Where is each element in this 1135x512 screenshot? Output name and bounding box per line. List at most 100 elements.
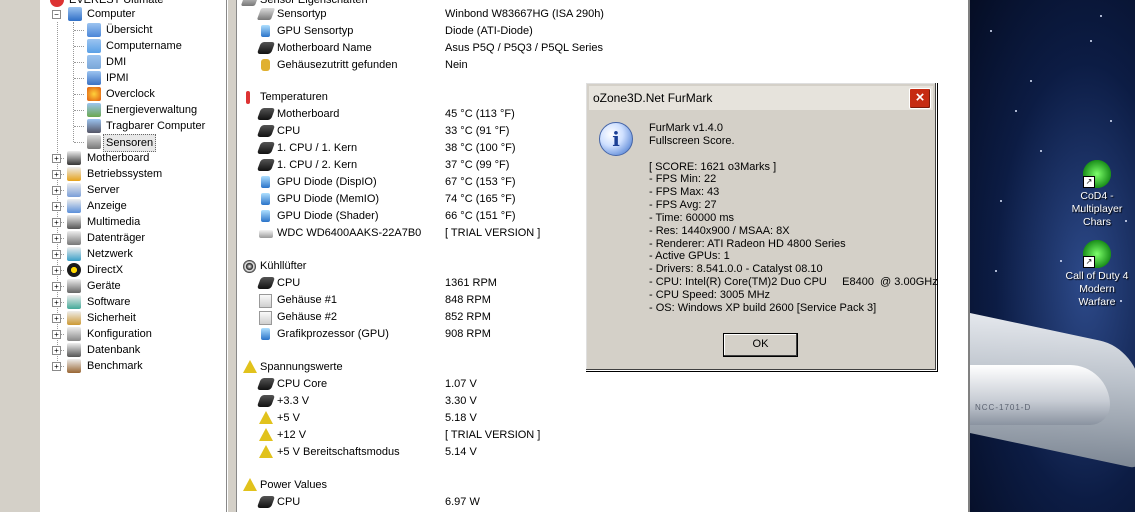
voltage-icon <box>259 411 273 424</box>
tree-item-label: Multimedia <box>87 216 141 228</box>
expand-toggle[interactable]: + <box>52 282 61 291</box>
security-icon <box>67 311 81 325</box>
tree-connector <box>74 62 84 63</box>
row-value: 45 °C (113 °F) <box>445 108 515 120</box>
multimedia-icon <box>67 215 81 229</box>
row-value: 37 °C (99 °F) <box>445 159 510 171</box>
tree-connector <box>73 22 74 142</box>
expand-toggle[interactable]: + <box>52 186 61 195</box>
server-icon <box>67 183 81 197</box>
message-line: - FPS Avg: 27 <box>649 199 717 212</box>
expand-toggle[interactable]: + <box>52 314 61 323</box>
desktop-icon-cod4[interactable]: ↗ Call of Duty 4 Modern Warfare <box>1062 240 1132 309</box>
sensor-icon <box>87 135 101 149</box>
ok-button[interactable]: OK <box>723 333 798 357</box>
row-name: CPU <box>277 277 301 289</box>
chip-icon <box>256 159 276 171</box>
game-shortcut-icon: ↗ <box>1083 160 1111 188</box>
list-row[interactable]: +5 V Bereitschaftsmodus 5.14 V <box>237 444 957 461</box>
star <box>1100 15 1102 17</box>
expand-toggle[interactable]: + <box>52 202 61 211</box>
row-name: +12 V <box>277 429 307 441</box>
navigation-tree[interactable]: EVEREST Ultimate − Computer Übersicht Comput… <box>40 0 227 512</box>
row-name: GPU Sensortyp <box>277 25 354 37</box>
tree-item-label: IPMI <box>106 72 129 84</box>
dialog-titlebar[interactable]: oZone3D.Net FurMark × <box>589 86 933 110</box>
splitter[interactable] <box>227 0 236 512</box>
list-row[interactable]: Sensortyp Winbond W83667HG (ISA 290h) <box>237 6 957 23</box>
tree-item-label: Netzwerk <box>87 248 133 260</box>
chip-icon <box>256 125 276 137</box>
star <box>995 270 997 272</box>
tree-item-label: Overclock <box>106 88 155 100</box>
desktop-icon-cod4-multiplayer[interactable]: ↗ CoD4 - Multiplayer Chars <box>1062 160 1132 229</box>
row-value: 1361 RPM <box>445 277 497 289</box>
list-row[interactable]: Motherboard Name Asus P5Q / P5Q3 / P5QL S… <box>237 40 957 57</box>
expand-toggle[interactable]: + <box>52 154 61 163</box>
row-value: 848 RPM <box>445 294 491 306</box>
ipmi-icon <box>87 71 101 85</box>
message-line: FurMark v1.4.0 <box>649 122 723 134</box>
chip-icon <box>256 277 276 289</box>
expand-toggle[interactable]: + <box>52 234 61 243</box>
list-row[interactable]: CPU Core 1.07 V <box>237 376 957 393</box>
tree-item-label: Sicherheit <box>87 312 136 324</box>
row-name: 1. CPU / 2. Kern <box>277 159 358 171</box>
star <box>990 30 992 32</box>
star <box>1090 40 1092 42</box>
furmark-score-dialog: oZone3D.Net FurMark × i FurMark v1.4.0 Fu… <box>585 82 938 371</box>
section-header: Power Values <box>237 477 957 494</box>
case-icon <box>259 294 272 308</box>
devices-icon <box>67 279 81 293</box>
chip-icon <box>256 108 276 120</box>
tree-item-label: Datenträger <box>87 232 146 244</box>
row-value: 6.97 W <box>445 496 480 508</box>
message-line: - Renderer: ATI Radeon HD 4800 Series <box>649 237 846 250</box>
overclock-icon <box>87 87 101 101</box>
star <box>1030 80 1032 82</box>
star <box>1110 120 1112 122</box>
row-name: CPU <box>277 496 301 508</box>
list-row[interactable]: +12 V [ TRIAL VERSION ] <box>237 427 957 444</box>
power-icon <box>243 478 257 491</box>
close-button[interactable]: × <box>909 88 931 109</box>
tree-item-label: Geräte <box>87 280 121 292</box>
section-title: Kühllüfter <box>260 260 307 272</box>
dialog-body: i FurMark v1.4.0 Fullscreen Score. [ SCORE… <box>589 111 938 367</box>
message-line: - FPS Min: 22 <box>649 173 717 186</box>
row-value: [ TRIAL VERSION ] <box>445 429 541 441</box>
expand-toggle[interactable]: + <box>52 298 61 307</box>
list-row[interactable]: Gehäusezutritt gefunden Nein <box>237 57 957 74</box>
message-line: - Res: 1440x900 / MSAA: 8X <box>649 224 790 237</box>
row-name: Motherboard <box>277 108 340 120</box>
software-icon <box>67 295 81 309</box>
row-name: Grafikprozessor (GPU) <box>277 328 389 340</box>
row-name: WDC WD6400AAKS-22A7B0 <box>277 227 422 239</box>
expand-toggle[interactable]: + <box>52 170 61 179</box>
display-icon <box>67 199 81 213</box>
lock-icon <box>261 59 270 71</box>
list-row[interactable]: +3.3 V 3.30 V <box>237 393 957 410</box>
collapse-toggle[interactable]: − <box>52 10 61 19</box>
motherboard-icon <box>256 42 276 54</box>
expand-toggle[interactable]: + <box>52 218 61 227</box>
list-row[interactable]: GPU Sensortyp Diode (ATI-Diode) <box>237 23 957 40</box>
expand-toggle[interactable]: + <box>52 330 61 339</box>
tree-item-label: Computername <box>106 40 182 52</box>
expand-toggle[interactable]: + <box>52 266 61 275</box>
desktop-wallpaper: NCC-1701-D ↗ CoD4 - Multiplayer Chars ↗ … <box>970 0 1135 512</box>
game-shortcut-icon: ↗ <box>1083 240 1111 268</box>
expand-toggle[interactable]: + <box>52 250 61 259</box>
laptop-icon <box>87 119 101 133</box>
expand-toggle[interactable]: + <box>52 346 61 355</box>
list-row[interactable]: +5 V 5.18 V <box>237 410 957 427</box>
row-value: 38 °C (100 °F) <box>445 142 516 154</box>
gpu-icon <box>261 210 270 222</box>
message-line: - CPU: Intel(R) Core(TM)2 Duo CPU E8400 … <box>649 276 938 289</box>
gpu-icon <box>261 176 270 188</box>
message-line: - CPU Speed: 3005 MHz <box>649 288 771 301</box>
computer-icon <box>68 7 82 21</box>
row-name: CPU <box>277 125 301 137</box>
expand-toggle[interactable]: + <box>52 362 61 371</box>
list-row[interactable]: CPU 6.97 W <box>237 494 957 511</box>
